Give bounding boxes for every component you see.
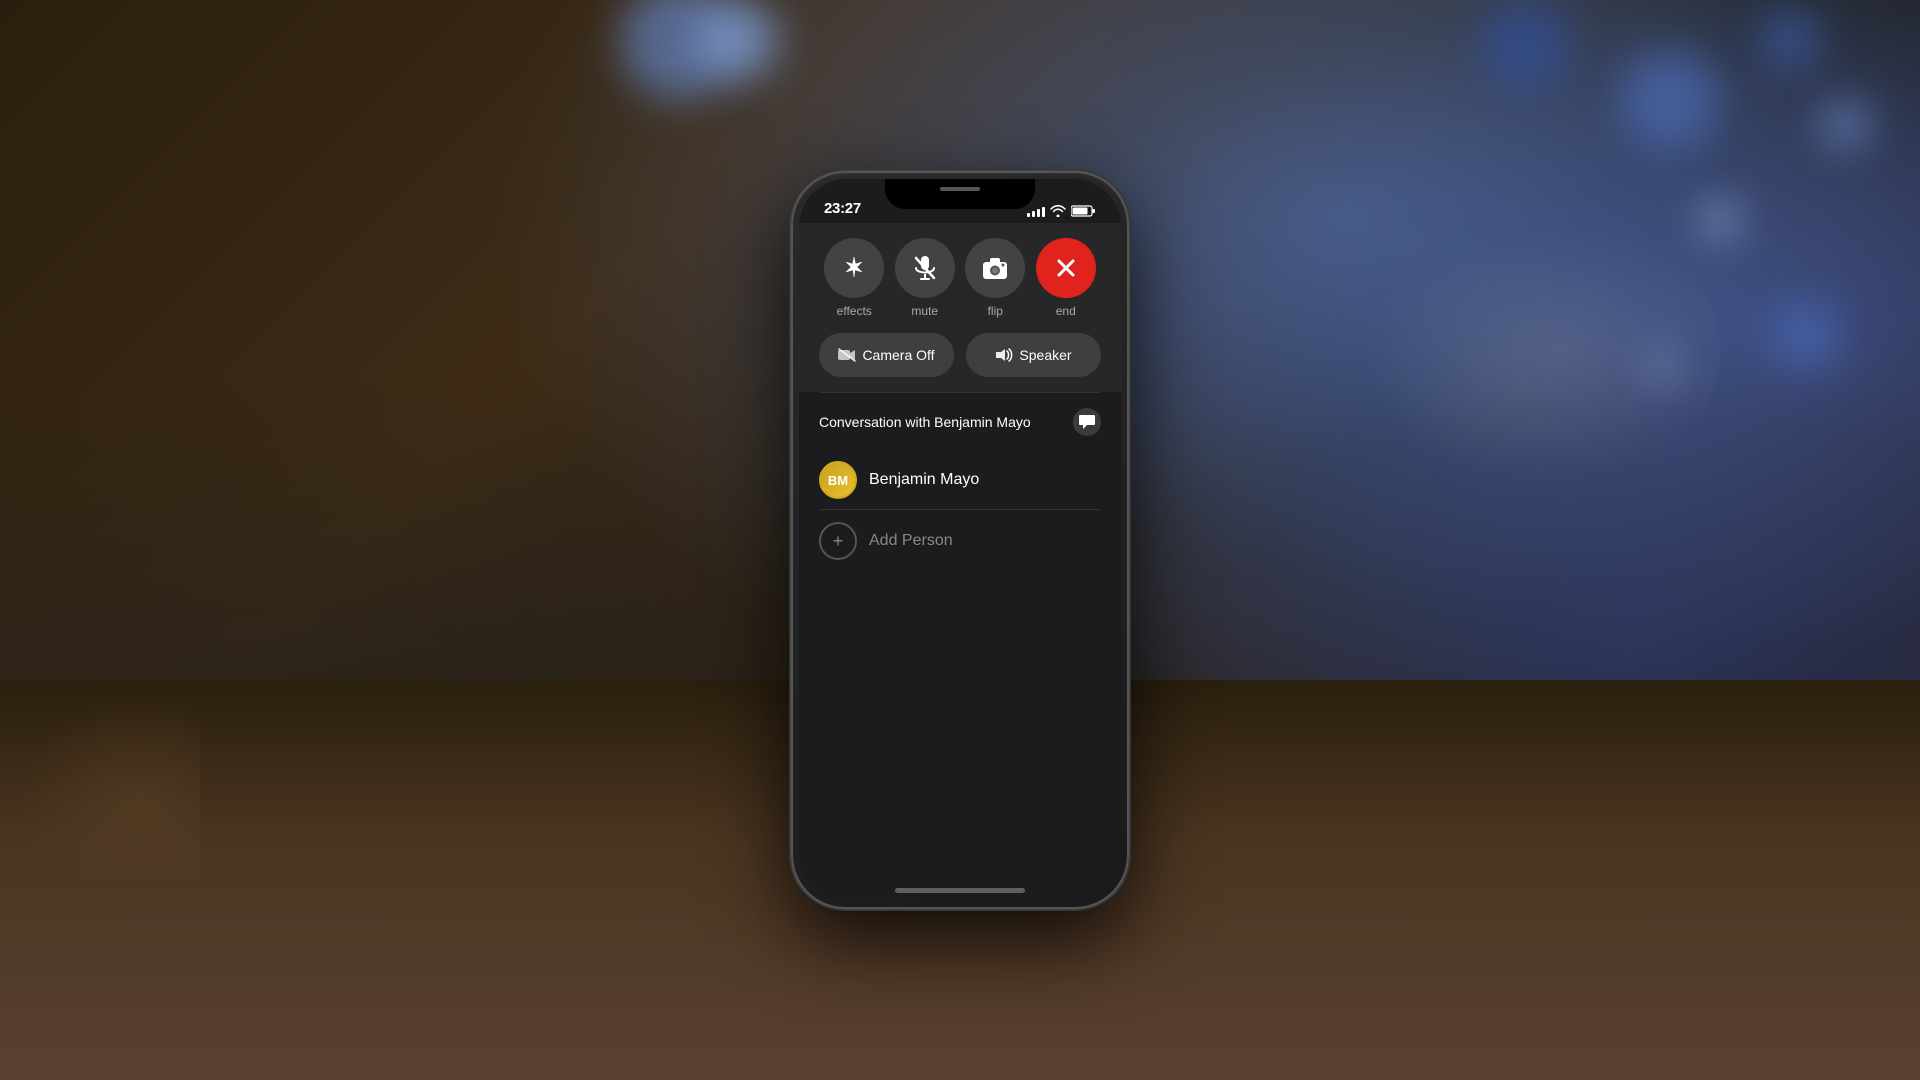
plus-icon: + xyxy=(833,531,844,552)
speaker-label: Speaker xyxy=(1019,347,1071,363)
bokeh-5 xyxy=(1820,100,1870,150)
flip-label: flip xyxy=(988,304,1003,318)
end-call-button[interactable]: end xyxy=(1036,238,1096,318)
bokeh-8 xyxy=(1770,300,1840,370)
speaker-icon xyxy=(995,347,1013,363)
signal-icon xyxy=(1027,205,1045,217)
mute-icon-circle xyxy=(895,238,955,298)
call-controls: effects xyxy=(799,223,1121,392)
effects-button[interactable]: effects xyxy=(824,238,884,318)
flip-button[interactable]: flip xyxy=(965,238,1025,318)
participant-row: BM Benjamin Mayo xyxy=(819,451,1101,510)
effects-star-icon xyxy=(840,254,868,282)
message-bubble-icon xyxy=(1079,415,1095,429)
notch xyxy=(885,179,1035,209)
bokeh-6 xyxy=(1480,0,1570,90)
wifi-icon xyxy=(1050,205,1066,217)
bokeh-3 xyxy=(1620,50,1720,150)
participant-avatar: BM xyxy=(819,461,857,499)
add-person-icon: + xyxy=(819,522,857,560)
participant-name: Benjamin Mayo xyxy=(869,471,979,489)
camera-off-button[interactable]: Camera Off xyxy=(819,333,954,377)
message-bubble-button[interactable] xyxy=(1073,408,1101,436)
camera-off-label: Camera Off xyxy=(862,347,934,363)
bokeh-4 xyxy=(1760,10,1820,70)
mute-icon xyxy=(912,254,938,282)
add-person-row[interactable]: + Add Person xyxy=(819,510,1101,572)
hand-decoration xyxy=(0,680,200,880)
effects-label: effects xyxy=(837,304,872,318)
effects-icon-circle xyxy=(824,238,884,298)
participant-initials: BM xyxy=(828,473,848,488)
iphone-frame: 23:27 xyxy=(790,170,1130,910)
add-person-label: Add Person xyxy=(869,532,953,550)
conversation-section: Conversation with Benjamin Mayo BM Benja… xyxy=(799,393,1121,587)
status-time: 23:27 xyxy=(824,200,861,217)
end-label: end xyxy=(1056,304,1076,318)
flip-icon-circle xyxy=(965,238,1025,298)
iphone-screen: 23:27 xyxy=(799,179,1121,901)
mute-label: mute xyxy=(911,304,938,318)
conversation-title: Conversation with Benjamin Mayo xyxy=(819,414,1031,430)
conversation-header: Conversation with Benjamin Mayo xyxy=(819,408,1101,436)
status-icons xyxy=(1027,205,1096,217)
camera-off-icon xyxy=(838,348,856,362)
wide-buttons-row: Camera Off Speaker xyxy=(819,333,1101,377)
shoe-decoration xyxy=(1320,200,1720,500)
battery-icon xyxy=(1071,205,1096,217)
mute-button[interactable]: mute xyxy=(895,238,955,318)
home-indicator[interactable] xyxy=(895,888,1025,893)
end-x-icon xyxy=(1054,256,1078,280)
pull-handle xyxy=(940,187,980,191)
end-icon-circle xyxy=(1036,238,1096,298)
button-grid: effects xyxy=(819,238,1101,318)
bokeh-2 xyxy=(700,0,780,80)
bokeh-7 xyxy=(1700,200,1740,240)
screen-content: effects xyxy=(799,223,1121,901)
flip-camera-icon xyxy=(981,255,1009,281)
speaker-button[interactable]: Speaker xyxy=(966,333,1101,377)
iphone-wrapper: 23:27 xyxy=(790,170,1130,910)
